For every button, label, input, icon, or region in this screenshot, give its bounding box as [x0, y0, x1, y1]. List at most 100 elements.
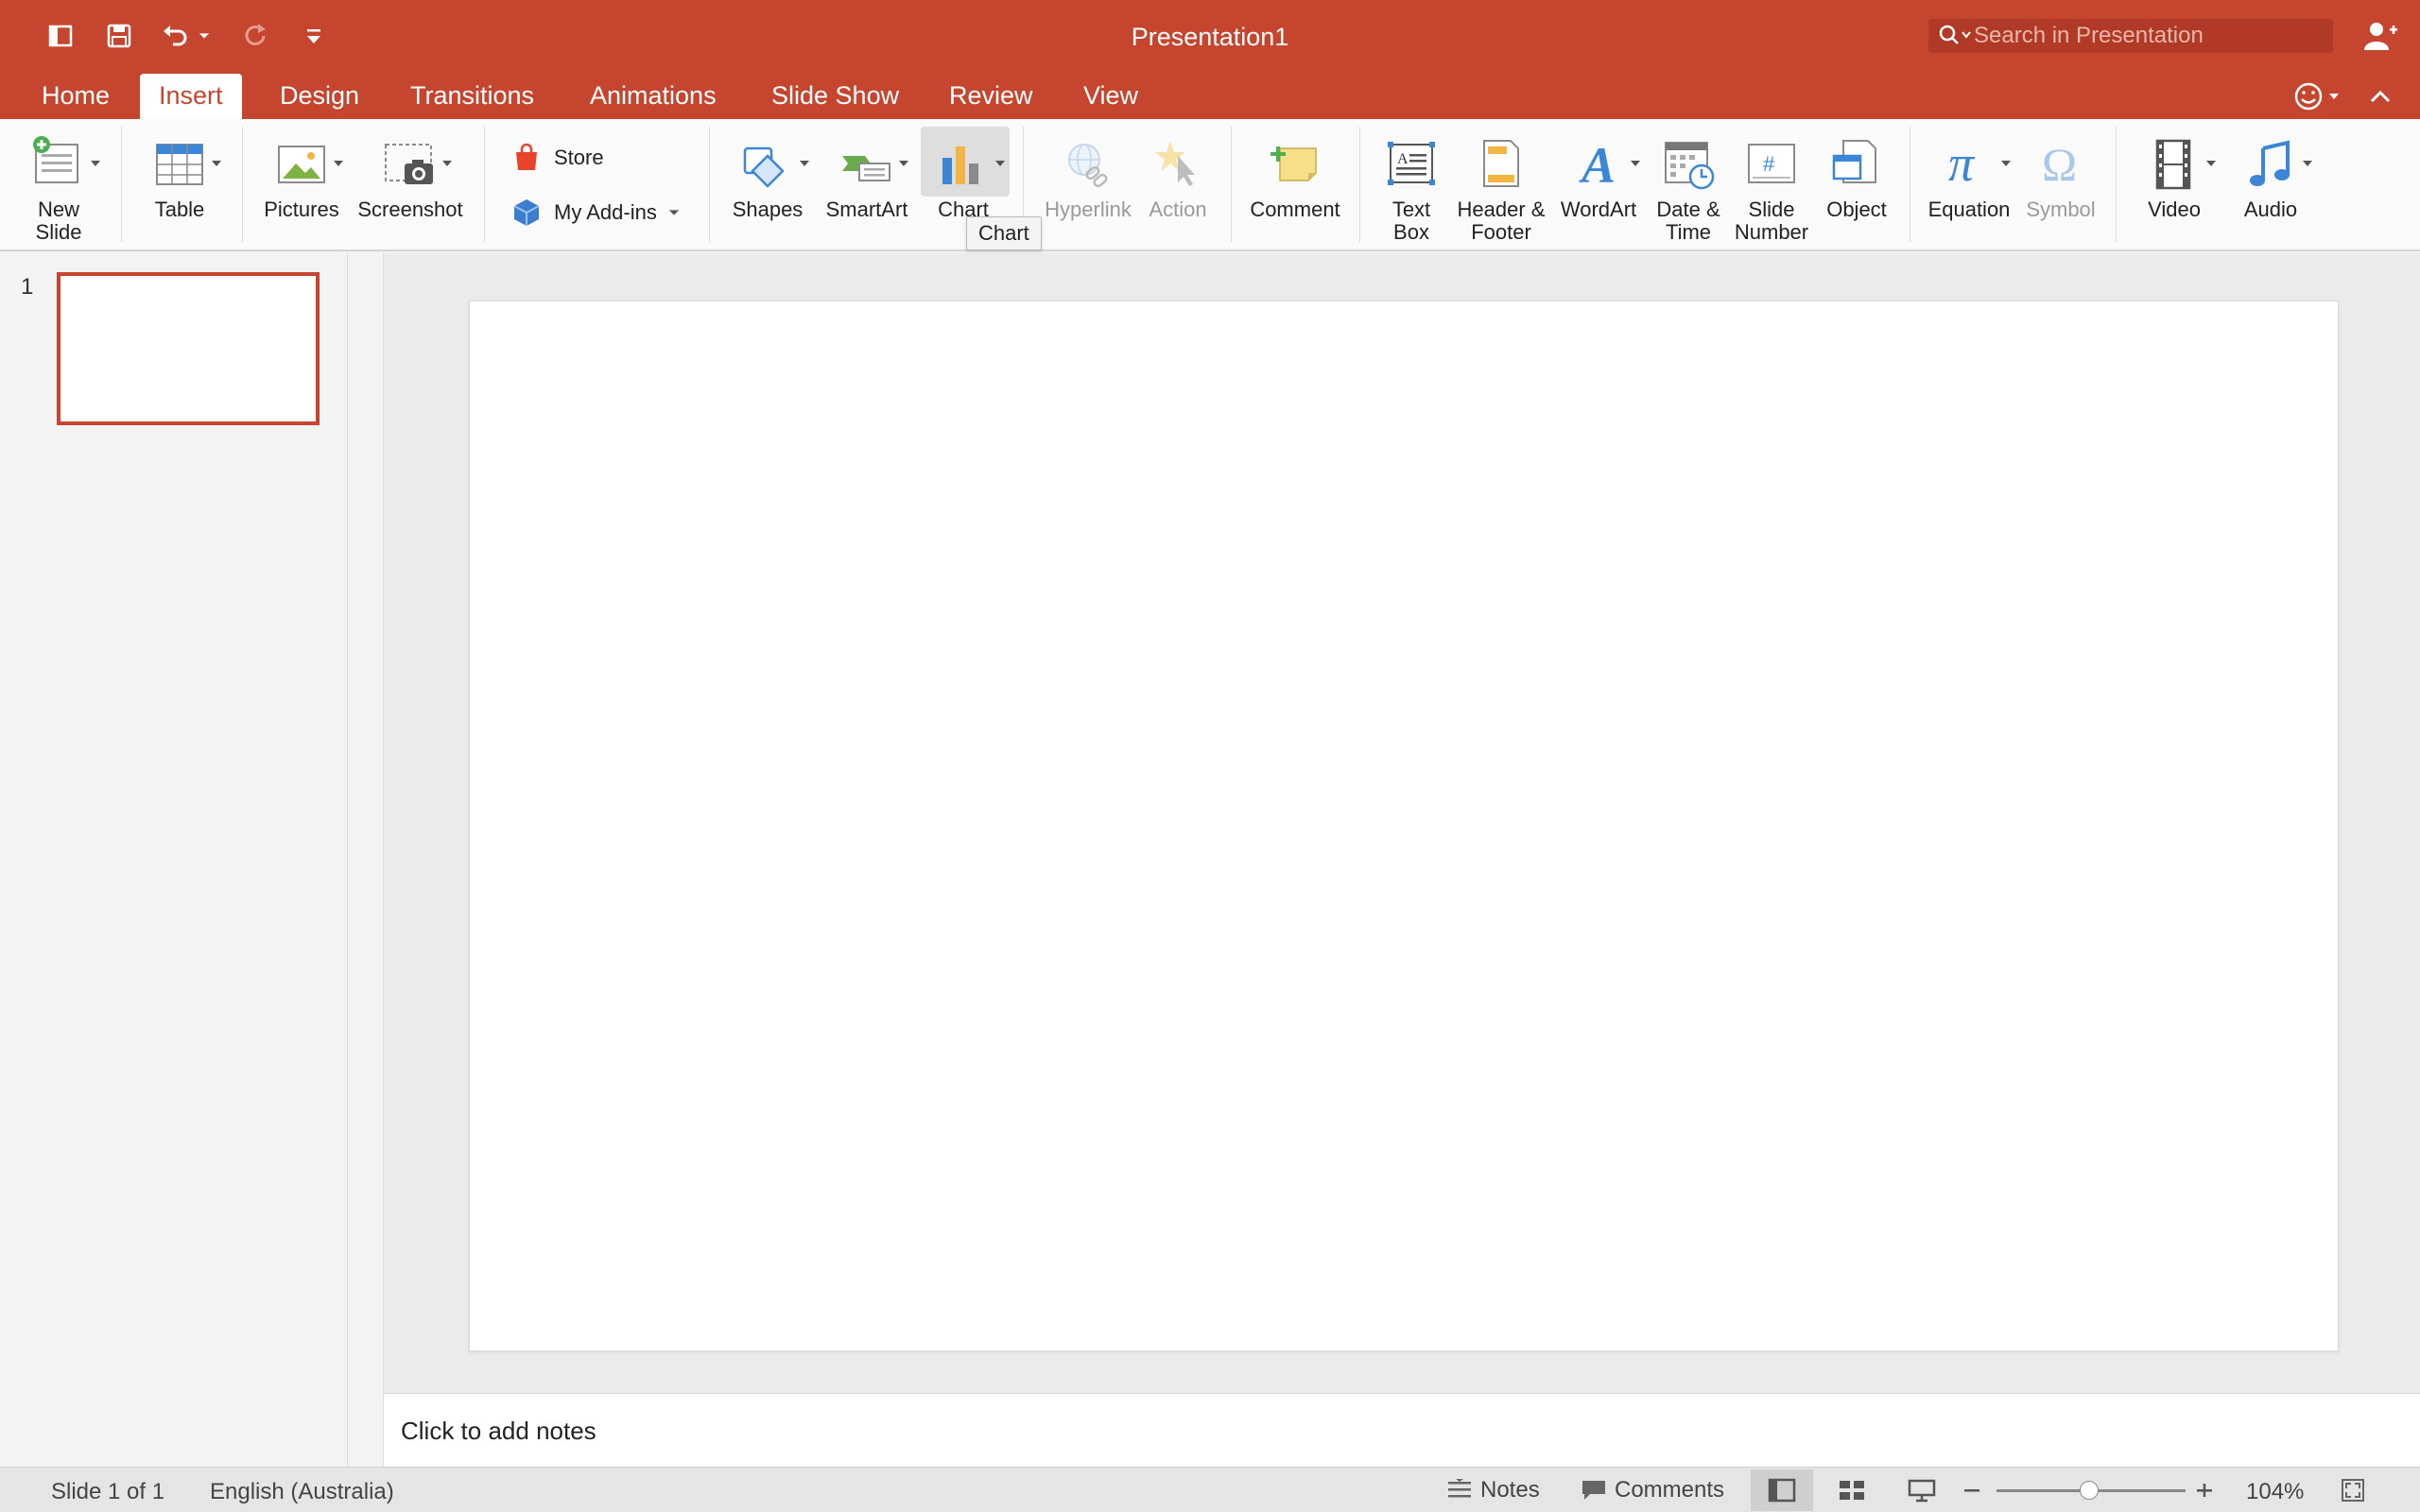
- slide-editing-area: [384, 253, 2420, 1393]
- header-footer-button[interactable]: Header & Footer: [1452, 129, 1550, 244]
- video-button[interactable]: Video: [2138, 129, 2216, 221]
- tab-animations[interactable]: Animations: [571, 74, 735, 119]
- omega-icon: Ω: [2032, 129, 2089, 198]
- save-icon: [107, 24, 131, 48]
- chevron-down-icon: [91, 161, 100, 166]
- plus-icon: [2197, 1484, 2212, 1497]
- slide-number-icon: #: [1743, 129, 1800, 198]
- normal-view-button[interactable]: [1751, 1469, 1813, 1511]
- slide-thumbnail[interactable]: [57, 272, 320, 425]
- my-addins-button[interactable]: My Add-ins: [510, 197, 680, 229]
- store-label: Store: [554, 146, 604, 169]
- table-label: Table: [154, 198, 205, 221]
- wordart-button[interactable]: A WordArt: [1558, 129, 1640, 221]
- svg-text:π: π: [1948, 135, 1976, 192]
- language-indicator[interactable]: English (Australia): [210, 1479, 394, 1505]
- object-icon: [1828, 129, 1885, 198]
- audio-button[interactable]: Audio: [2235, 129, 2312, 221]
- notes-pane[interactable]: Click to add notes: [384, 1393, 2420, 1467]
- chevron-down-icon: [212, 161, 221, 166]
- chevron-down-icon: [334, 161, 343, 166]
- presentation-icon: [1908, 1479, 1936, 1503]
- share-button[interactable]: [2360, 17, 2401, 55]
- zoom-level[interactable]: 104%: [2246, 1479, 2304, 1505]
- pictures-button[interactable]: Pictures: [257, 129, 346, 221]
- divider: [1359, 127, 1360, 242]
- tab-slide-show[interactable]: Slide Show: [752, 74, 918, 119]
- pi-icon: π: [1941, 129, 2011, 198]
- action-icon: [1150, 129, 1206, 198]
- shapes-button[interactable]: Shapes: [728, 129, 809, 221]
- tab-design[interactable]: Design: [261, 74, 378, 119]
- screenshot-button[interactable]: Screenshot: [354, 129, 467, 221]
- chart-tooltip: Chart: [966, 216, 1042, 250]
- search-icon: [1936, 19, 1974, 53]
- bar-chart-icon: [935, 129, 1005, 198]
- divider: [242, 127, 243, 242]
- sidebar-toggle-button[interactable]: [42, 17, 79, 55]
- search-box[interactable]: [1928, 19, 2333, 53]
- fit-to-window-button[interactable]: [2341, 1473, 2365, 1507]
- pane-splitter[interactable]: [348, 253, 384, 1467]
- chevron-down-icon: [1631, 161, 1640, 166]
- new-slide-label: New Slide: [35, 198, 82, 244]
- svg-text:A: A: [1579, 137, 1616, 192]
- divider: [1231, 127, 1232, 242]
- undo-dropdown-button[interactable]: [193, 17, 216, 55]
- store-button[interactable]: Store: [510, 142, 604, 174]
- symbol-label: Symbol: [2026, 198, 2096, 221]
- tab-view[interactable]: View: [1064, 74, 1157, 119]
- date-time-button[interactable]: Date & Time: [1651, 129, 1726, 244]
- object-label: Object: [1826, 198, 1887, 221]
- film-icon: [2146, 129, 2216, 198]
- table-icon: [151, 129, 221, 198]
- zoom-in-button[interactable]: [2195, 1473, 2214, 1507]
- table-button[interactable]: Table: [140, 129, 221, 221]
- smartart-button[interactable]: SmartArt: [819, 129, 915, 221]
- action-label: Action: [1149, 198, 1207, 221]
- customize-icon: [307, 29, 320, 43]
- text-box-label: Text Box: [1392, 198, 1431, 244]
- add-person-icon: [2364, 23, 2397, 50]
- music-note-icon: [2242, 129, 2312, 198]
- collapse-ribbon-button[interactable]: [2361, 77, 2399, 115]
- hyperlink-button[interactable]: Hyperlink: [1040, 129, 1136, 221]
- slide-canvas[interactable]: [469, 301, 2339, 1351]
- slide-sorter-view-button[interactable]: [1821, 1469, 1883, 1511]
- store-icon: [516, 143, 537, 170]
- tab-transitions[interactable]: Transitions: [391, 74, 553, 119]
- comment-button[interactable]: Comment: [1246, 129, 1344, 221]
- new-slide-button[interactable]: New Slide: [13, 129, 104, 244]
- feedback-button[interactable]: [2290, 77, 2342, 115]
- equation-button[interactable]: π Equation: [1925, 129, 2014, 221]
- slide-number-button[interactable]: # Slide Number: [1732, 129, 1811, 244]
- save-button[interactable]: [100, 17, 138, 55]
- status-bar: Slide 1 of 1 English (Australia) Notes C…: [0, 1467, 2420, 1512]
- pictures-label: Pictures: [264, 198, 339, 221]
- chevron-down-icon: [2001, 161, 2011, 166]
- text-box-button[interactable]: A Text Box: [1376, 129, 1446, 244]
- symbol-button[interactable]: Ω Symbol: [2023, 129, 2099, 221]
- search-input[interactable]: [1974, 23, 2324, 49]
- zoom-out-button[interactable]: [1962, 1473, 1981, 1507]
- redo-button[interactable]: [236, 17, 274, 55]
- action-button[interactable]: Action: [1140, 129, 1216, 221]
- tab-review[interactable]: Review: [930, 74, 1052, 119]
- undo-button[interactable]: [157, 17, 195, 55]
- smiley-icon: [2294, 82, 2339, 111]
- chart-button[interactable]: Chart: [925, 129, 1005, 221]
- customize-toolbar-button[interactable]: [295, 17, 333, 55]
- notes-toggle-button[interactable]: Notes: [1446, 1473, 1540, 1507]
- zoom-slider-thumb[interactable]: [2080, 1481, 2099, 1500]
- chevron-up-icon: [2370, 90, 2391, 103]
- title-and-tab-bar: Presentation1 Home Insert Design Transit…: [0, 0, 2420, 119]
- fit-window-icon: [2342, 1479, 2364, 1502]
- picture-icon: [273, 129, 343, 198]
- comments-toggle-button[interactable]: Comments: [1581, 1473, 1724, 1507]
- chevron-down-icon: [899, 161, 908, 166]
- tab-home[interactable]: Home: [23, 74, 129, 119]
- tab-insert[interactable]: Insert: [140, 74, 242, 119]
- chevron-down-icon: [2303, 161, 2312, 166]
- object-button[interactable]: Object: [1819, 129, 1894, 221]
- reading-view-button[interactable]: [1891, 1469, 1953, 1511]
